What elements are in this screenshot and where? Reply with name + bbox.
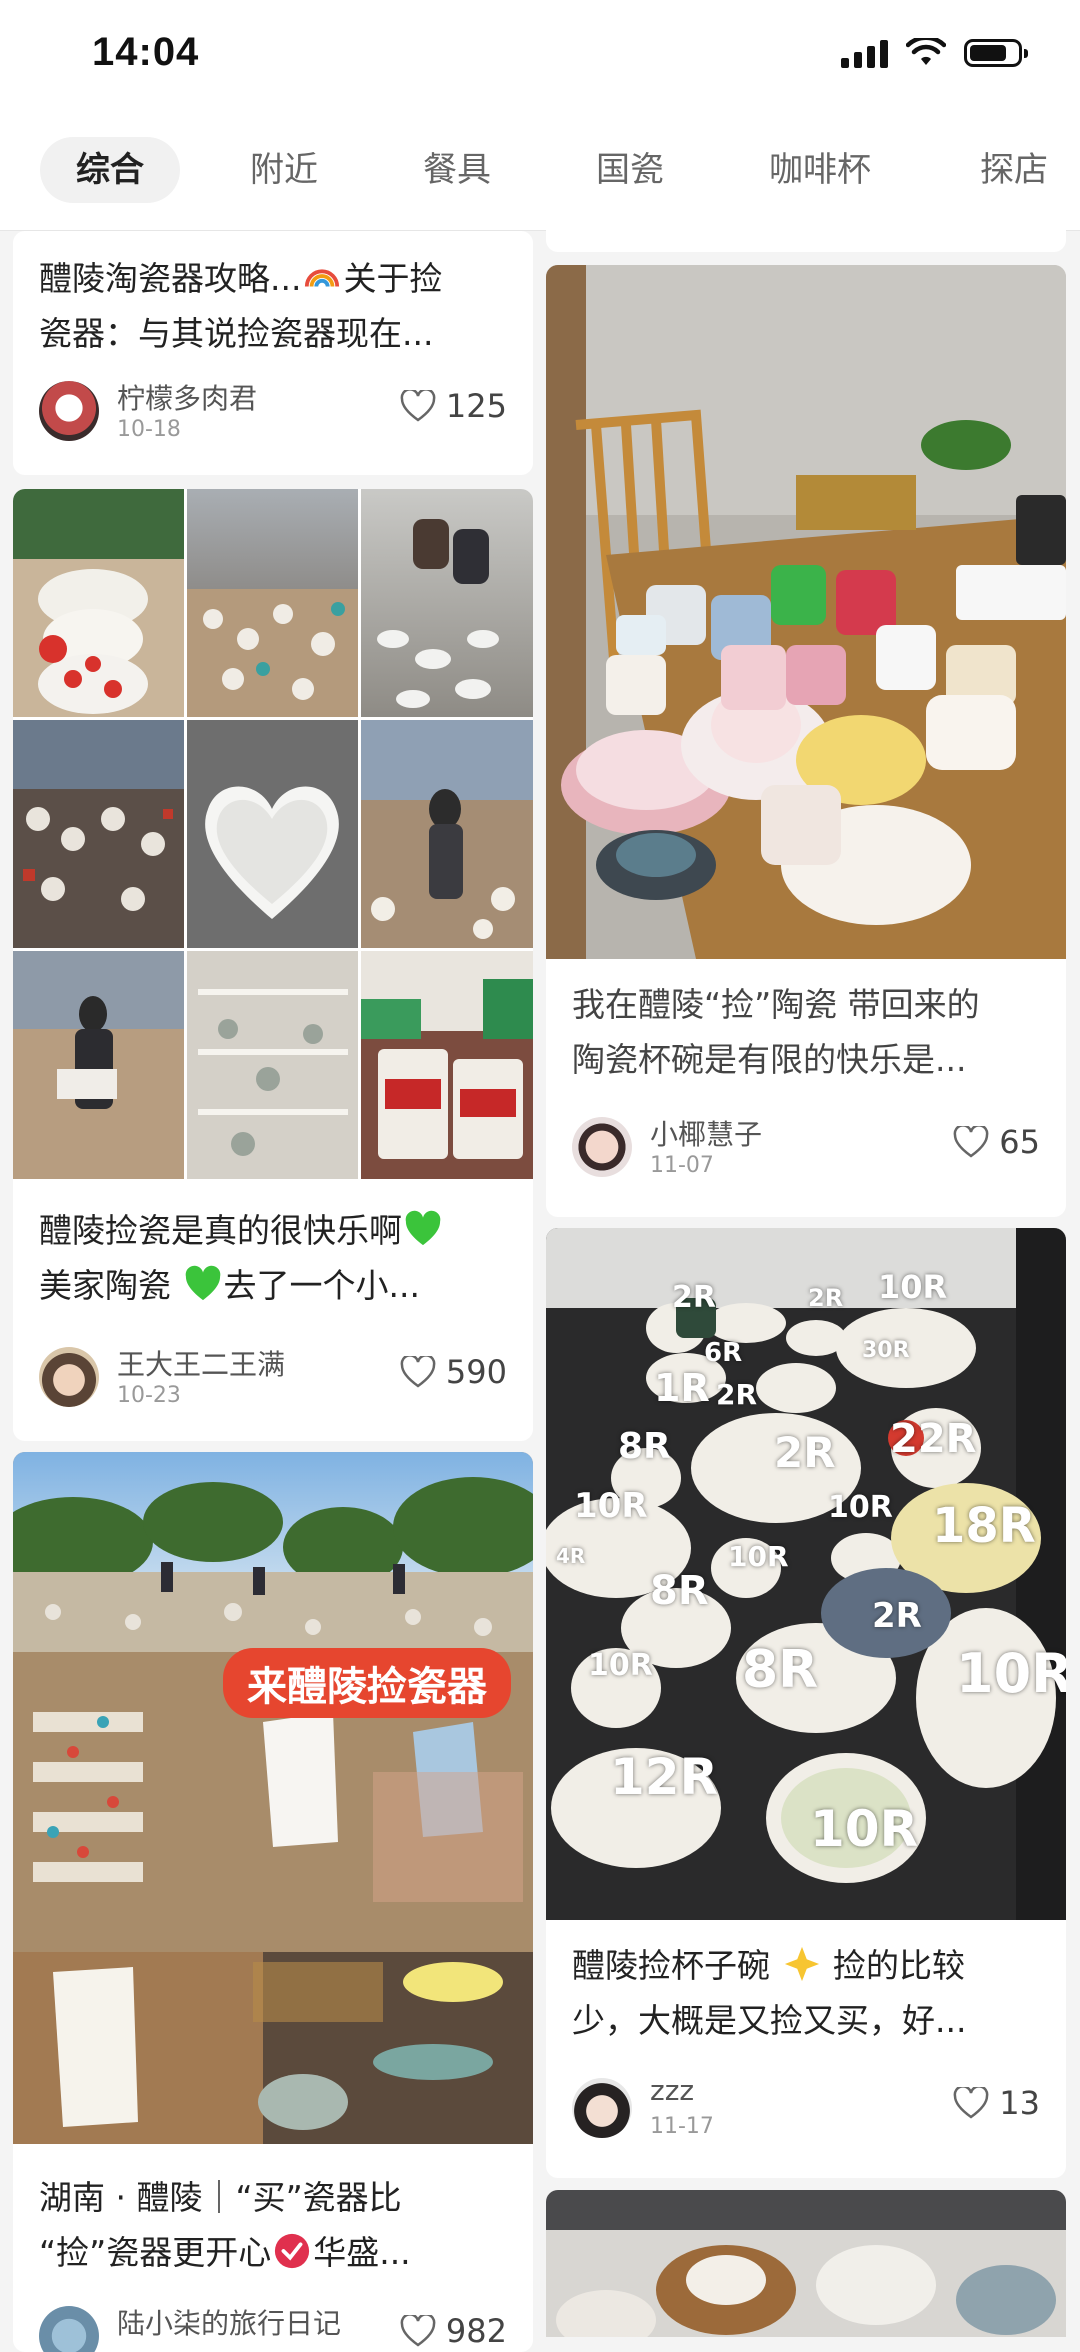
card-author-row: 王大王二王满 10-23 590 (39, 1343, 507, 1413)
battery-icon (964, 39, 1028, 67)
price-tag: 10R (878, 1268, 948, 1306)
heart-icon (400, 1356, 436, 1388)
price-tag: 2R (672, 1280, 716, 1315)
like-count: 125 (445, 387, 507, 425)
heart-icon (400, 2315, 436, 2347)
cover-image (546, 1228, 1066, 1920)
author-name[interactable]: 陆小柒的旅行日记 (117, 2302, 341, 2342)
price-tag: 10R (810, 1800, 919, 1858)
price-tag: 22R (890, 1416, 977, 1462)
post-date: 10-23 (117, 1383, 181, 1408)
feed-card[interactable]: 醴陵淘瓷器攻略... 关于捡 瓷器：与其说捡瓷器现在... 柠檬多肉君 10-18… (13, 231, 533, 475)
tab-tableware[interactable]: 餐具 (387, 137, 527, 203)
cover-image-collage (13, 489, 533, 1179)
price-tag: 10R (588, 1648, 653, 1683)
price-tag: 8R (618, 1426, 671, 1467)
card-title: 湖南 · 醴陵｜“买”瓷器比 “捡”瓷器更开心 华盛... (39, 2178, 411, 2272)
card-author-row: zzz 11-17 13 (572, 2074, 1040, 2144)
price-tag: 18R (932, 1498, 1036, 1554)
feed-card[interactable] (546, 200, 1066, 252)
card-author-row: 小椰慧子 11-07 65 (572, 1113, 1040, 1183)
like-button[interactable]: 65 (953, 1123, 1040, 1161)
price-tag: 10R (828, 1490, 893, 1525)
price-tag: 6R (704, 1338, 743, 1368)
cellular-signal-icon (841, 38, 888, 68)
post-date: 10-18 (117, 417, 181, 442)
cover-image (13, 1452, 533, 2144)
feed-card[interactable] (546, 2190, 1066, 2337)
tab-national-porcelain[interactable]: 国瓷 (560, 137, 700, 203)
card-author-row: 陆小柒的旅行日记 982 (39, 2302, 507, 2352)
rainbow-emoji-icon (305, 269, 340, 287)
avatar[interactable] (39, 1347, 99, 1407)
cover-banner: 来醴陵捡瓷器 (223, 1648, 511, 1718)
price-tag: 2R (808, 1284, 844, 1312)
green-heart-emoji-icon (405, 1210, 441, 1246)
price-tag: 1R (654, 1366, 710, 1410)
like-count: 982 (445, 2312, 507, 2350)
avatar[interactable] (572, 2078, 632, 2138)
like-button[interactable]: 982 (400, 2312, 507, 2350)
heart-icon (400, 390, 436, 422)
star-emoji-icon (784, 1946, 819, 1982)
avatar[interactable] (572, 1117, 632, 1177)
card-author-row: 柠檬多肉君 10-18 125 (39, 377, 507, 447)
feed-card[interactable]: 2R 2R 10R 6R 30R 1R 2R 2R 22R 8R 10R 10R… (546, 1228, 1066, 2178)
feed-card[interactable]: 我在醴陵“捡”陶瓷 带回来的 陶瓷杯碗是有限的快乐是... 小椰慧子 11-07… (546, 265, 1066, 1217)
feed-card[interactable]: 来醴陵捡瓷器 湖南 · 醴陵｜“买”瓷器比 “捡”瓷器更开心 华盛... 陆小柒的… (13, 1452, 533, 2352)
tab-nearby[interactable]: 附近 (214, 137, 354, 203)
post-date: 11-07 (650, 1153, 714, 1178)
price-tag: 10R (956, 1642, 1066, 1705)
tab-coffee-cup[interactable]: 咖啡杯 (733, 137, 907, 203)
card-title: 醴陵捡杯子碗 捡的比较 少，大概是又捡又买，好... (572, 1946, 967, 2040)
price-tag: 2R (716, 1378, 758, 1411)
like-button[interactable]: 125 (400, 387, 507, 425)
price-tag: 30R (862, 1338, 910, 1363)
cover-image (546, 265, 1066, 959)
price-tag: 8R (742, 1640, 819, 1700)
heart-icon (953, 2087, 989, 2119)
check-mark-emoji-icon (275, 2233, 310, 2269)
price-tag: 2R (872, 1596, 922, 1636)
avatar[interactable] (39, 381, 99, 441)
like-count: 65 (999, 1123, 1040, 1161)
price-tag: 4R (556, 1544, 586, 1568)
cover-image (546, 2190, 1066, 2337)
like-button[interactable]: 13 (953, 2084, 1040, 2122)
tab-store-visit[interactable]: 探店 (944, 137, 1080, 203)
card-title: 醴陵淘瓷器攻略... 关于捡 瓷器：与其说捡瓷器现在... (39, 259, 443, 353)
price-tag: 8R (650, 1568, 709, 1614)
heart-icon (953, 1126, 989, 1158)
wifi-icon (906, 38, 946, 65)
like-count: 13 (999, 2084, 1040, 2122)
status-time: 14:04 (92, 30, 200, 74)
price-tag: 10R (728, 1540, 789, 1573)
avatar[interactable] (39, 2306, 99, 2352)
card-title: 我在醴陵“捡”陶瓷 带回来的 陶瓷杯碗是有限的快乐是... (572, 985, 980, 1079)
author-name[interactable]: 小椰慧子 (650, 1113, 762, 1153)
feed-card[interactable]: 醴陵捡瓷是真的很快乐啊 美家陶瓷 去了一个小... 王大王二王满 10-23 5… (13, 489, 533, 1441)
green-heart-emoji-icon (185, 1265, 220, 1301)
like-count: 590 (445, 1353, 507, 1391)
price-tag: 10R (574, 1486, 648, 1526)
price-tag: 12R (610, 1748, 719, 1806)
author-name[interactable]: zzz (650, 2074, 694, 2107)
price-tag: 2R (774, 1428, 836, 1477)
tab-综合[interactable]: 综合 (40, 137, 180, 203)
status-bar: 14:04 (0, 0, 1080, 120)
card-title: 醴陵捡瓷是真的很快乐啊 美家陶瓷 去了一个小... (39, 1203, 507, 1313)
post-date: 11-17 (650, 2114, 714, 2139)
author-name[interactable]: 柠檬多肉君 (117, 377, 257, 417)
author-name[interactable]: 王大王二王满 (117, 1343, 285, 1383)
like-button[interactable]: 590 (400, 1353, 507, 1391)
